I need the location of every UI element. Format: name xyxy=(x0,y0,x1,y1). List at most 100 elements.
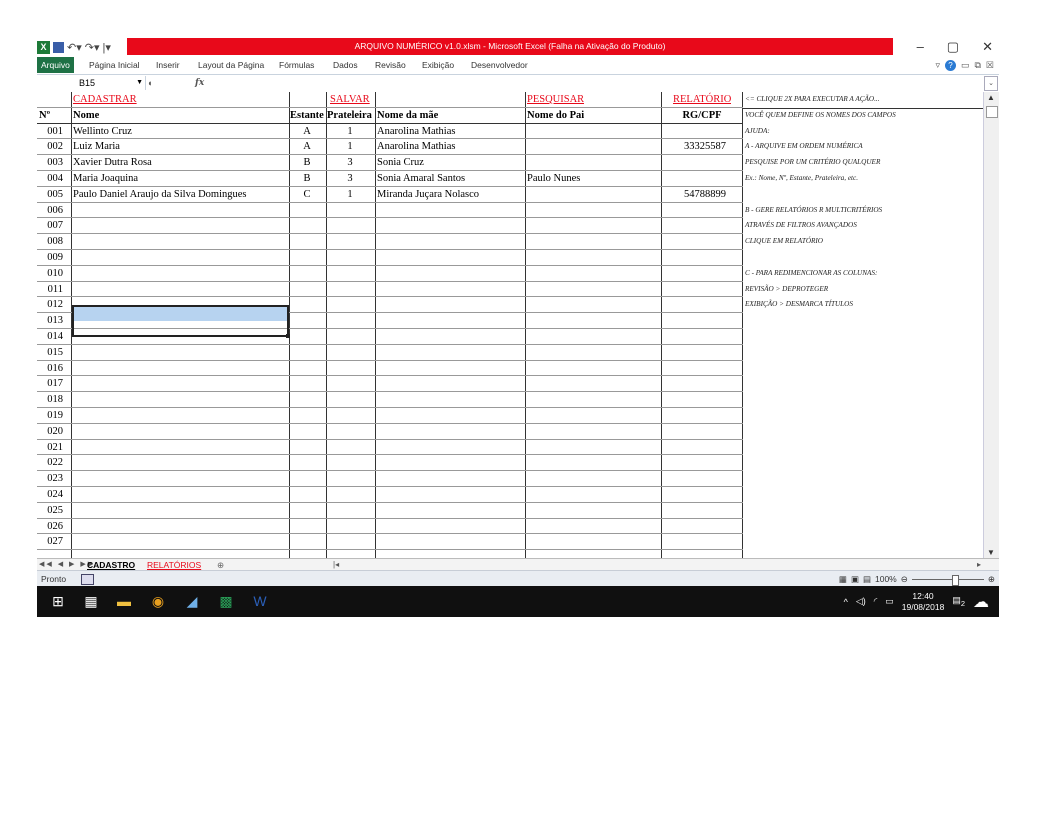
customize-qat-icon[interactable]: |▾ xyxy=(103,41,111,54)
cell-prateleira[interactable] xyxy=(327,424,373,439)
cell-nome-da-mae[interactable] xyxy=(377,534,523,549)
cell-nome-da-mae[interactable] xyxy=(377,361,523,376)
cell-nome-do-pai[interactable] xyxy=(527,329,659,344)
table-row[interactable]: 021 xyxy=(37,440,743,456)
cell-nome-da-mae[interactable] xyxy=(377,203,523,218)
table-row[interactable]: 010 xyxy=(37,266,743,282)
cell-prateleira[interactable] xyxy=(327,487,373,502)
cell-numero[interactable]: 002 xyxy=(39,139,63,154)
cell-nome-da-mae[interactable]: Sonia Cruz xyxy=(377,155,523,170)
cell-estante[interactable] xyxy=(290,297,324,312)
tray-chevron-icon[interactable]: ^ xyxy=(844,597,848,607)
cell-estante[interactable] xyxy=(290,487,324,502)
cell-nome-do-pai[interactable] xyxy=(527,503,659,518)
cell-nome-do-pai[interactable] xyxy=(527,440,659,455)
cell-numero[interactable]: 019 xyxy=(39,408,63,423)
table-row[interactable]: 001 Wellinto Cruz A 1 Anarolina Mathias xyxy=(37,124,743,140)
cell-nome[interactable] xyxy=(73,250,287,265)
cell-rg-cpf[interactable] xyxy=(662,376,726,391)
cell-nome[interactable] xyxy=(73,487,287,502)
cell-nome-do-pai[interactable] xyxy=(527,534,659,549)
cell-nome-do-pai[interactable] xyxy=(527,282,659,297)
cell-nome-do-pai[interactable] xyxy=(527,519,659,534)
cell-prateleira[interactable] xyxy=(327,329,373,344)
cell-nome-do-pai[interactable] xyxy=(527,124,659,139)
cell-estante[interactable] xyxy=(290,361,324,376)
cell-numero[interactable]: 012 xyxy=(39,297,63,312)
cell-prateleira[interactable]: 3 xyxy=(327,155,373,170)
cell-numero[interactable]: 015 xyxy=(39,345,63,360)
edge-icon[interactable]: ◢ xyxy=(183,592,201,610)
cell-rg-cpf[interactable] xyxy=(662,282,726,297)
word-taskbar-icon[interactable]: W xyxy=(251,592,269,610)
cell-estante[interactable] xyxy=(290,345,324,360)
volume-icon[interactable]: ◁) xyxy=(856,596,866,607)
cell-numero[interactable]: 007 xyxy=(39,218,63,233)
cell-estante[interactable] xyxy=(290,455,324,470)
cell-prateleira[interactable] xyxy=(327,345,373,360)
cell-nome-do-pai[interactable] xyxy=(527,218,659,233)
cell-nome[interactable] xyxy=(73,424,287,439)
cell-rg-cpf[interactable] xyxy=(662,519,726,534)
cell-nome[interactable] xyxy=(73,503,287,518)
cell-rg-cpf[interactable] xyxy=(662,361,726,376)
cell-rg-cpf[interactable] xyxy=(662,503,726,518)
cell-nome-do-pai[interactable] xyxy=(527,361,659,376)
cell-nome[interactable] xyxy=(73,455,287,470)
cell-rg-cpf[interactable] xyxy=(662,424,726,439)
weather-icon[interactable]: ☁ xyxy=(973,592,989,612)
cell-numero[interactable]: 009 xyxy=(39,250,63,265)
vertical-scrollbar[interactable]: ▲ ▼ xyxy=(983,92,999,558)
zoom-level[interactable]: 100% xyxy=(875,574,897,584)
cell-prateleira[interactable] xyxy=(327,376,373,391)
cell-nome-do-pai[interactable] xyxy=(527,313,659,328)
cell-nome-do-pai[interactable] xyxy=(527,139,659,154)
cell-nome-da-mae[interactable] xyxy=(377,234,523,249)
name-box-dropdown-icon[interactable]: ▼ xyxy=(136,76,143,90)
cell-prateleira[interactable] xyxy=(327,297,373,312)
cell-rg-cpf[interactable] xyxy=(662,534,726,549)
cell-prateleira[interactable]: 1 xyxy=(327,139,373,154)
table-row[interactable]: 024 xyxy=(37,487,743,503)
cell-prateleira[interactable] xyxy=(327,361,373,376)
cell-nome-do-pai[interactable] xyxy=(527,266,659,281)
cell-nome-da-mae[interactable]: Anarolina Mathias xyxy=(377,124,523,139)
cell-rg-cpf[interactable] xyxy=(662,471,726,486)
cell-prateleira[interactable] xyxy=(327,503,373,518)
table-row[interactable]: 018 xyxy=(37,392,743,408)
table-row[interactable]: 015 xyxy=(37,345,743,361)
cell-numero[interactable]: 014 xyxy=(39,329,63,344)
cell-nome-da-mae[interactable] xyxy=(377,471,523,486)
cell-nome[interactable]: Paulo Daniel Araujo da Silva Domingues xyxy=(73,187,287,202)
cell-nome-do-pai[interactable] xyxy=(527,392,659,407)
cell-estante[interactable] xyxy=(290,203,324,218)
zoom-in-icon[interactable]: ⊕ xyxy=(988,574,995,585)
cell-nome-da-mae[interactable] xyxy=(377,424,523,439)
cell-prateleira[interactable] xyxy=(327,250,373,265)
excel-app-icon[interactable]: X xyxy=(37,40,50,54)
cell-estante[interactable]: A xyxy=(290,139,324,154)
cell-rg-cpf[interactable] xyxy=(662,171,726,186)
cell-estante[interactable] xyxy=(290,234,324,249)
page-break-view-icon[interactable]: ▤ xyxy=(863,574,871,585)
notification-icon[interactable]: ▤2 xyxy=(952,595,965,608)
cell-estante[interactable] xyxy=(290,266,324,281)
battery-icon[interactable]: ▭ xyxy=(885,596,894,607)
cell-nome[interactable] xyxy=(73,234,287,249)
cell-prateleira[interactable] xyxy=(327,313,373,328)
cell-numero[interactable]: 011 xyxy=(39,282,63,297)
cell-prateleira[interactable] xyxy=(327,266,373,281)
zoom-out-icon[interactable]: ⊖ xyxy=(901,574,908,585)
cell-estante[interactable] xyxy=(290,424,324,439)
cell-nome[interactable] xyxy=(73,203,287,218)
name-box[interactable]: B15 ▼ xyxy=(70,76,146,90)
cell-nome-da-mae[interactable] xyxy=(377,329,523,344)
cell-nome-do-pai[interactable] xyxy=(527,155,659,170)
cell-nome-da-mae[interactable] xyxy=(377,297,523,312)
scroll-thumb[interactable] xyxy=(986,106,998,118)
cell-nome-do-pai[interactable] xyxy=(527,345,659,360)
cell-nome-da-mae[interactable] xyxy=(377,282,523,297)
cell-prateleira[interactable] xyxy=(327,234,373,249)
cell-rg-cpf[interactable] xyxy=(662,313,726,328)
cell-prateleira[interactable]: 3 xyxy=(327,171,373,186)
